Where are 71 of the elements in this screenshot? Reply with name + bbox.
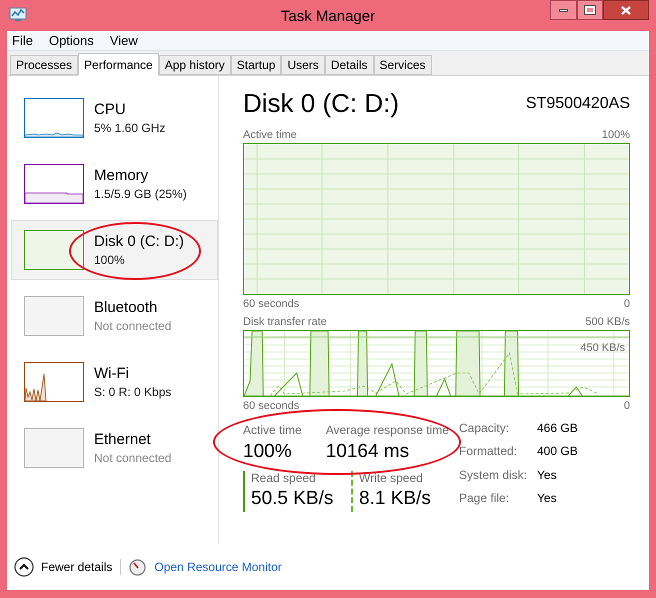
speed-value: 8.1 KB/s	[359, 487, 432, 511]
property-label: Formatted:	[459, 443, 518, 460]
window-title: Task Manager	[280, 7, 376, 27]
property-value: 400 GB	[537, 443, 578, 460]
usage-thumbnail	[24, 428, 84, 468]
stat-value: 10164 ms	[326, 440, 410, 464]
close-button[interactable]	[603, 0, 649, 20]
usage-thumbnail	[24, 362, 84, 402]
speed-value: 50.5 KB/s	[251, 487, 334, 511]
sidebar-item[interactable]: Memory 1.5/5.9 GB (25%)	[11, 154, 218, 214]
menu-item[interactable]: View	[110, 30, 138, 50]
tab[interactable]: Services	[374, 55, 432, 75]
tab[interactable]: Processes	[10, 55, 78, 75]
property-label: System disk:	[459, 466, 528, 484]
disk-model: ST9500420AS	[526, 94, 630, 114]
axis-label: 60 seconds	[243, 399, 300, 413]
property-value: 466 GB	[537, 420, 578, 437]
speed-label: Read speed	[251, 471, 317, 486]
tab[interactable]: App history	[158, 55, 231, 75]
item-detail: S: 0 R: 0 Kbps	[94, 384, 172, 400]
fewer-details-button[interactable]: Fewer details	[14, 557, 112, 577]
stat-value: 100%	[243, 440, 293, 464]
sidebar-item[interactable]: Bluetooth Not connected	[11, 286, 218, 346]
gauge-icon	[129, 558, 146, 576]
minimize-button[interactable]	[550, 0, 577, 20]
usage-thumbnail	[24, 164, 84, 204]
tab[interactable]: Performance	[78, 53, 159, 76]
disk-title: Disk 0 (C: D:)	[243, 88, 399, 118]
item-name: Bluetooth	[94, 298, 158, 316]
usage-thumbnail	[24, 98, 84, 138]
axis-label: Disk transfer rate	[243, 315, 327, 329]
property-value: Yes	[537, 490, 558, 507]
menu-item[interactable]: File	[12, 30, 33, 50]
item-name: Disk 0 (C: D:)	[94, 232, 184, 250]
property-value: Yes	[537, 466, 558, 484]
stat-label: Average response time	[326, 423, 449, 438]
stat-label: Active time	[243, 423, 302, 438]
item-name: Memory	[94, 166, 150, 184]
property-label: Page file:	[459, 490, 510, 507]
sidebar-item[interactable]: CPU 5% 1.60 GHz	[11, 88, 218, 148]
item-detail: Not connected	[94, 450, 172, 466]
menu-item[interactable]: Options	[48, 30, 94, 50]
chart-monitor-icon	[9, 7, 27, 22]
axis-label: 0	[624, 297, 630, 311]
axis-label: 60 seconds	[243, 297, 300, 311]
speed-label: Write speed	[359, 471, 424, 486]
axis-label: 500 KB/s	[585, 315, 630, 329]
resource-monitor-link[interactable]: Open Resource Monitor	[154, 558, 282, 576]
usage-thumbnail	[24, 230, 84, 270]
item-name: Ethernet	[94, 430, 152, 448]
item-detail: 100%	[94, 252, 126, 268]
property-label: Capacity:	[459, 420, 510, 437]
maximize-button[interactable]	[577, 0, 603, 20]
item-detail: 1.5/5.9 GB (25%)	[94, 186, 187, 202]
axis-label: Active time	[243, 128, 297, 142]
tab[interactable]: Startup	[230, 55, 282, 75]
sidebar-item[interactable]: Disk 0 (C: D:) 100%	[11, 220, 218, 280]
tab[interactable]: Users	[281, 55, 325, 75]
item-name: CPU	[94, 100, 127, 118]
sidebar-item[interactable]: Wi-Fi S: 0 R: 0 Kbps	[11, 352, 218, 412]
chevron-up-icon	[14, 557, 34, 577]
item-name: Wi-Fi	[94, 364, 130, 382]
axis-label: 450 KB/s	[580, 341, 625, 356]
sidebar-item[interactable]: Ethernet Not connected	[11, 418, 218, 478]
tab[interactable]: Details	[324, 55, 374, 75]
item-detail: 5% 1.60 GHz	[94, 120, 166, 136]
close-icon	[621, 6, 631, 14]
item-detail: Not connected	[94, 318, 172, 334]
axis-label: 0	[624, 399, 630, 413]
usage-thumbnail	[24, 296, 84, 336]
axis-label: 100%	[602, 128, 630, 142]
